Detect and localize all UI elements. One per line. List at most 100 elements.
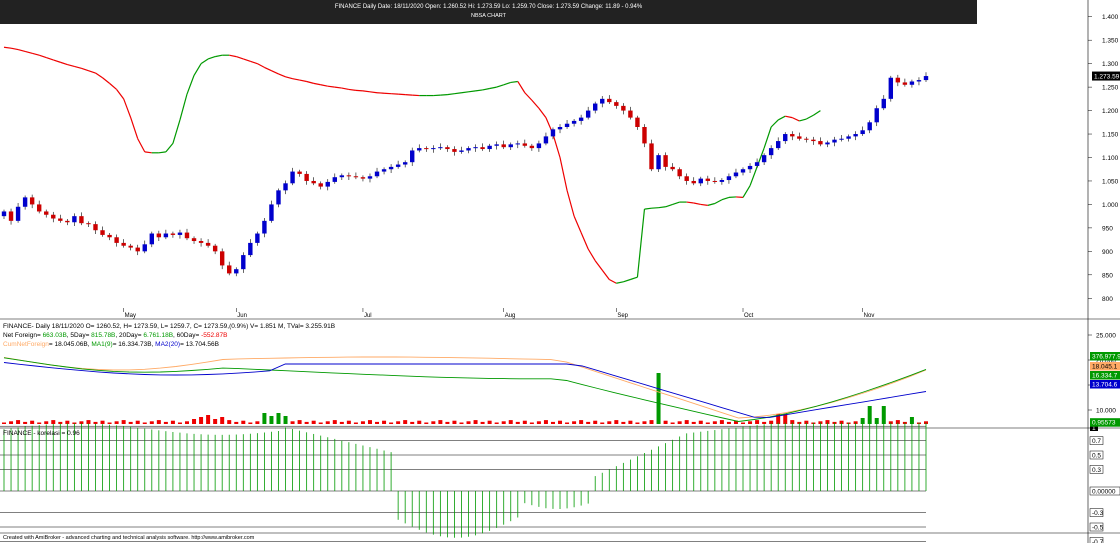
nf-bar [241, 420, 246, 424]
nf-bar [346, 420, 351, 424]
band-line-segment [243, 58, 251, 62]
nf-bar [501, 421, 506, 424]
month-label: Jul [364, 313, 372, 319]
band-line-segment [46, 56, 54, 61]
candle-body [923, 76, 929, 81]
band-line-segment [193, 63, 202, 76]
candle-body [740, 169, 746, 173]
band-line-segment [496, 84, 504, 88]
60day-value: -552.87B [201, 332, 228, 339]
nf-bar [867, 406, 872, 424]
nf-bar [2, 422, 6, 424]
price-tick-label: 950 [1102, 225, 1113, 232]
nf-bar [755, 420, 760, 424]
band-line-segment [327, 85, 335, 88]
candle-body [628, 110, 633, 118]
nf-bar [621, 421, 626, 424]
band-line-segment [454, 92, 462, 95]
panel2-info-line3: CumNetForeign= 18.045.06B, MA1(9)= 16.33… [3, 341, 219, 348]
candle-body [93, 224, 98, 231]
band-line-segment [693, 202, 701, 206]
candle-body [107, 234, 112, 238]
nf-bar [536, 421, 541, 424]
candle-body [881, 98, 886, 109]
nf-bar [107, 422, 112, 424]
nf-bar [698, 420, 703, 424]
nf-bar [670, 422, 675, 424]
nf-bar [325, 421, 330, 424]
candle-body [255, 233, 260, 243]
candle-body [234, 269, 239, 274]
candle-body [783, 134, 788, 142]
candle-body [543, 136, 549, 144]
nf-bar [614, 420, 619, 424]
nf-bar [339, 421, 344, 424]
band-line-segment [503, 81, 511, 86]
band-line-segment [299, 79, 307, 83]
band-line-segment [665, 203, 673, 208]
panel3-title: FINANCE - korelasi = 0.96 [3, 430, 80, 437]
korelasi-tick-label: 0.7 [1092, 438, 1101, 445]
korelasi-last-label: 0.95573 [1092, 420, 1116, 427]
candle-body [311, 180, 316, 184]
band-line-segment [313, 82, 321, 86]
nf-bar [304, 421, 309, 424]
band-line-segment [60, 61, 68, 66]
nf-bar [142, 422, 147, 424]
nf-bar [466, 421, 471, 424]
nf-bar [558, 420, 563, 424]
band-line-segment [601, 269, 610, 280]
nf-bar [677, 421, 682, 424]
candle-body [902, 82, 908, 85]
band-line-segment [792, 117, 800, 122]
candle-body [712, 180, 718, 182]
candle-body [191, 238, 197, 242]
nf-bar [607, 421, 612, 424]
candle-body [44, 211, 49, 215]
candle-body [135, 247, 140, 252]
candle-body [614, 102, 619, 106]
candle-body [853, 134, 858, 137]
candle-body [65, 220, 70, 223]
candle-body [15, 206, 21, 221]
chart-title: FINANCE Daily Date: 18/11/2020 Open: 1.2… [334, 4, 643, 10]
candle-body [564, 123, 570, 127]
candle-body [578, 117, 584, 121]
nf-bar [452, 420, 457, 424]
candle-body [438, 147, 443, 149]
candle-body [677, 169, 682, 177]
candle-body [585, 110, 591, 118]
nf-bar [726, 421, 731, 424]
candle-body [410, 150, 415, 163]
candle-body [487, 145, 492, 150]
band-line-segment [700, 203, 708, 206]
band-line-segment [742, 185, 751, 198]
nf-bar [410, 421, 415, 424]
candle-body [290, 171, 295, 184]
candle-body [367, 176, 373, 179]
band-line-segment [88, 70, 96, 74]
band-line-segment [524, 92, 533, 101]
korelasi-tick-label: 0.5 [1092, 453, 1101, 460]
candle-body [557, 127, 563, 130]
band-line-segment [130, 117, 139, 139]
nf-bar [30, 420, 35, 424]
chart-subtitle: NBSA CHART [470, 13, 507, 19]
nf-bar [417, 420, 422, 424]
band-line-segment [517, 81, 526, 94]
nf-bar [719, 420, 724, 424]
chart-title-bar: FINANCE Daily Date: 18/11/2020 Open: 1.2… [0, 0, 977, 24]
nf-bar [635, 422, 640, 424]
korelasi-tick-label: 0.00000 [1092, 489, 1116, 496]
nf-value-label: 376.977.9 [1092, 354, 1120, 361]
candle-body [360, 177, 366, 179]
candle-body [642, 127, 647, 144]
candle-body [149, 233, 155, 245]
korelasi-tick-label: -0.3 [1092, 510, 1104, 517]
candle-body [909, 81, 915, 85]
candle-body [670, 166, 675, 170]
nf-bar [51, 420, 56, 424]
candle-body [832, 139, 837, 143]
candle-body [473, 147, 478, 149]
cum-label: CumNetForeign [3, 341, 49, 348]
